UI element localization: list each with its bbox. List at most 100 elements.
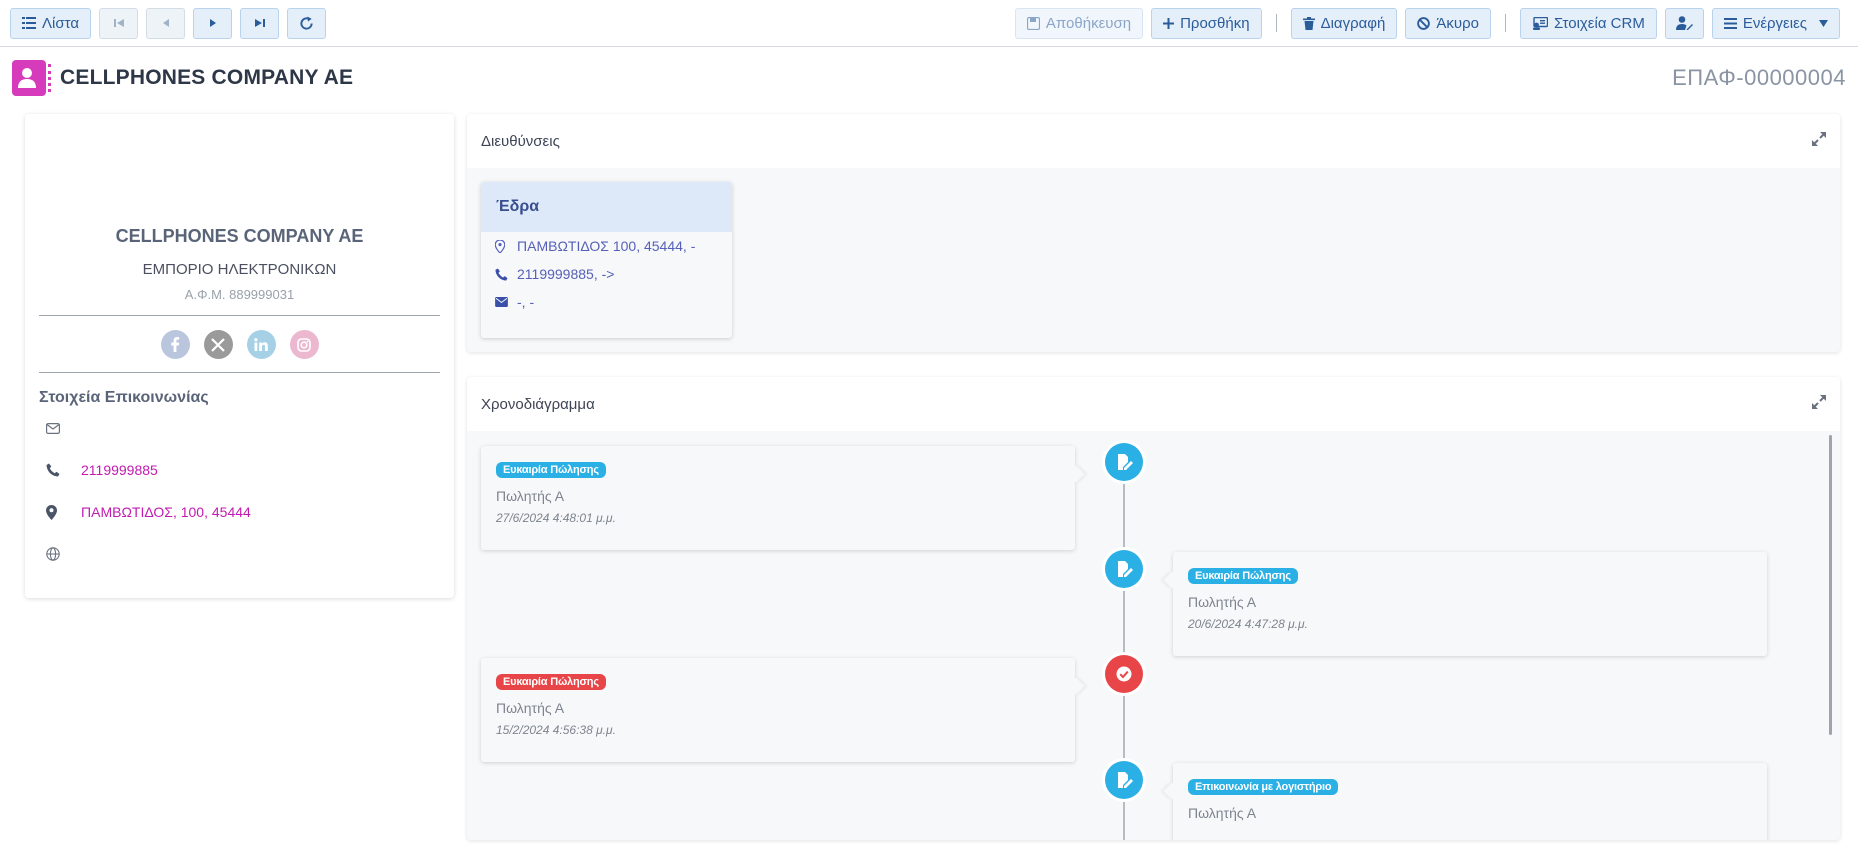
address-card-title: Έδρα (481, 182, 732, 232)
website-row (39, 533, 440, 575)
actions-menu-label: Ενέργειες (1742, 14, 1807, 32)
timeline-date: 15/2/2024 4:56:38 μ.μ. (496, 723, 616, 737)
contact-section-label: Στοιχεία Επικοινωνίας (39, 389, 209, 406)
crm-details-button[interactable]: Στοιχεία CRM (1519, 7, 1657, 39)
email-row (39, 407, 440, 449)
save-button[interactable]: Αποθήκευση (1014, 7, 1144, 39)
x-icon[interactable] (203, 330, 233, 359)
phone-link[interactable]: 2119999885 (81, 462, 158, 478)
crm-card-icon (1532, 16, 1548, 30)
address-card-address: ΠΑΜΒΩΤΙΔΟΣ 100, 45444, - (517, 238, 696, 254)
edit-document-icon (1105, 550, 1143, 588)
timeline-item[interactable]: Επικοινωνία με λογιστήριο Πωλητής Α (1173, 763, 1767, 840)
envelope-icon (495, 297, 517, 307)
list-icon (22, 17, 36, 29)
delete-button[interactable]: Διαγραφή (1290, 7, 1398, 39)
divider (39, 372, 440, 373)
actions-menu-button[interactable]: Ενέργειες (1711, 7, 1840, 39)
first-record-button[interactable] (99, 7, 138, 39)
record-code: ΕΠΑΦ-00000004 (1672, 65, 1846, 90)
user-edit-icon (1675, 16, 1693, 30)
company-description: ΕΜΠΟΡΙΟ ΗΛΕΚΤΡΟΝΙΚΩΝ (142, 261, 337, 278)
address-card-phone: 2119999885, -> (517, 266, 615, 282)
toolbar: Λίστα Αποθήκευση Προσθήκη Διαγραφή Άκυρο… (0, 0, 1858, 47)
user-edit-button[interactable] (1664, 7, 1704, 39)
envelope-icon (39, 422, 81, 434)
edit-document-icon (1105, 443, 1143, 481)
caret-right-icon (209, 19, 216, 27)
menu-icon (1723, 17, 1737, 29)
ban-icon (1417, 16, 1431, 30)
caret-left-icon (162, 19, 169, 27)
phone-icon (39, 463, 81, 477)
timeline-item[interactable]: Ευκαιρία Πώλησης Πωλητής Α 27/6/2024 4:4… (481, 446, 1075, 550)
timeline-user: Πωλητής Α (496, 700, 565, 716)
social-links (39, 330, 440, 359)
add-button[interactable]: Προσθήκη (1151, 7, 1262, 39)
globe-icon (39, 547, 81, 561)
page-header: CELLPHONES COMPANY AE ΕΠΑΦ-00000004 (12, 58, 1846, 98)
timeline-user: Πωλητής Α (1188, 594, 1257, 610)
cancel-button[interactable]: Άκυρο (1405, 7, 1491, 39)
address-row: ΠΑΜΒΩΤΙΔΟΣ, 100, 45444 (39, 491, 440, 533)
save-button-label: Αποθήκευση (1045, 14, 1132, 32)
timeline-badge: Ευκαιρία Πώλησης (1188, 568, 1298, 584)
toolbar-divider (1275, 14, 1277, 32)
address-card-phone-row: 2119999885, -> (481, 260, 732, 288)
cancel-button-label: Άκυρο (1436, 14, 1479, 32)
previous-record-button[interactable] (146, 7, 185, 39)
expand-icon[interactable] (1812, 395, 1826, 413)
timeline-scrollbar[interactable] (1829, 435, 1832, 735)
edit-document-icon (1105, 761, 1143, 799)
linkedin-icon[interactable] (246, 330, 276, 359)
refresh-icon (300, 15, 313, 30)
last-record-button[interactable] (240, 7, 279, 39)
timeline-item[interactable]: Ευκαιρία Πώλησης Πωλητής Α 15/2/2024 4:5… (481, 658, 1075, 762)
toolbar-divider (1504, 14, 1506, 32)
list-button[interactable]: Λίστα (10, 7, 91, 39)
divider (39, 315, 440, 316)
address-card-email-row: -, - (481, 288, 732, 316)
profile-card: CELLPHONES COMPANY AE ΕΜΠΟΡΙΟ ΗΛΕΚΤΡΟΝΙΚ… (25, 114, 454, 598)
next-record-button[interactable] (193, 7, 232, 39)
map-marker-icon (495, 239, 517, 253)
timeline-badge: Επικοινωνία με λογιστήριο (1188, 779, 1339, 795)
address-card[interactable]: Έδρα ΠΑΜΒΩΤΙΔΟΣ 100, 45444, - 2119999885… (481, 182, 732, 338)
delete-button-label: Διαγραφή (1320, 14, 1386, 32)
list-button-label: Λίστα (42, 14, 79, 32)
timeline-badge: Ευκαιρία Πώλησης (496, 674, 606, 690)
expand-icon[interactable] (1812, 132, 1826, 150)
addresses-panel-title: Διευθύνσεις (481, 132, 560, 150)
timeline-user: Πωλητής Α (496, 488, 565, 504)
refresh-button[interactable] (287, 7, 326, 39)
timeline-user: Πωλητής Α (1188, 805, 1257, 821)
timeline-date: 20/6/2024 4:47:28 μ.μ. (1188, 617, 1308, 631)
company-vat: Α.Φ.Μ. 889999031 (184, 287, 295, 302)
page-title: CELLPHONES COMPANY AE (60, 66, 354, 89)
contact-book-icon (12, 60, 51, 96)
timeline-date: 27/6/2024 4:48:01 μ.μ. (496, 511, 616, 525)
trash-icon (1302, 16, 1315, 30)
addresses-panel: Διευθύνσεις Έδρα ΠΑΜΒΩΤΙΔΟΣ 100, 45444, … (467, 114, 1840, 352)
timeline-badge: Ευκαιρία Πώλησης (496, 462, 606, 478)
timeline-item[interactable]: Ευκαιρία Πώλησης Πωλητής Α 20/6/2024 4:4… (1173, 552, 1767, 656)
plus-icon (1163, 17, 1175, 29)
map-marker-icon (39, 504, 81, 520)
facebook-icon[interactable] (160, 330, 190, 359)
timeline-body: Ευκαιρία Πώλησης Πωλητής Α 27/6/2024 4:4… (467, 431, 1840, 840)
phone-icon (495, 267, 517, 281)
crm-details-button-label: Στοιχεία CRM (1553, 14, 1645, 32)
instagram-icon[interactable] (289, 330, 319, 359)
address-card-location: ΠΑΜΒΩΤΙΔΟΣ 100, 45444, - (481, 232, 732, 260)
save-icon (1026, 16, 1040, 30)
address-card-email: -, - (517, 294, 535, 310)
addresses-panel-header: Διευθύνσεις (467, 114, 1840, 168)
phone-row: 2119999885 (39, 449, 440, 491)
skip-last-icon (254, 19, 265, 27)
timeline-panel-header: Χρονοδιάγραμμα (467, 377, 1840, 431)
add-button-label: Προσθήκη (1180, 14, 1250, 32)
timeline-panel-title: Χρονοδιάγραμμα (481, 395, 595, 413)
company-name: CELLPHONES COMPANY AE (115, 226, 364, 246)
address-link[interactable]: ΠΑΜΒΩΤΙΔΟΣ, 100, 45444 (81, 504, 251, 520)
timeline-panel: Χρονοδιάγραμμα Ευκαιρία Πώλησης Πωλητής … (467, 377, 1840, 840)
